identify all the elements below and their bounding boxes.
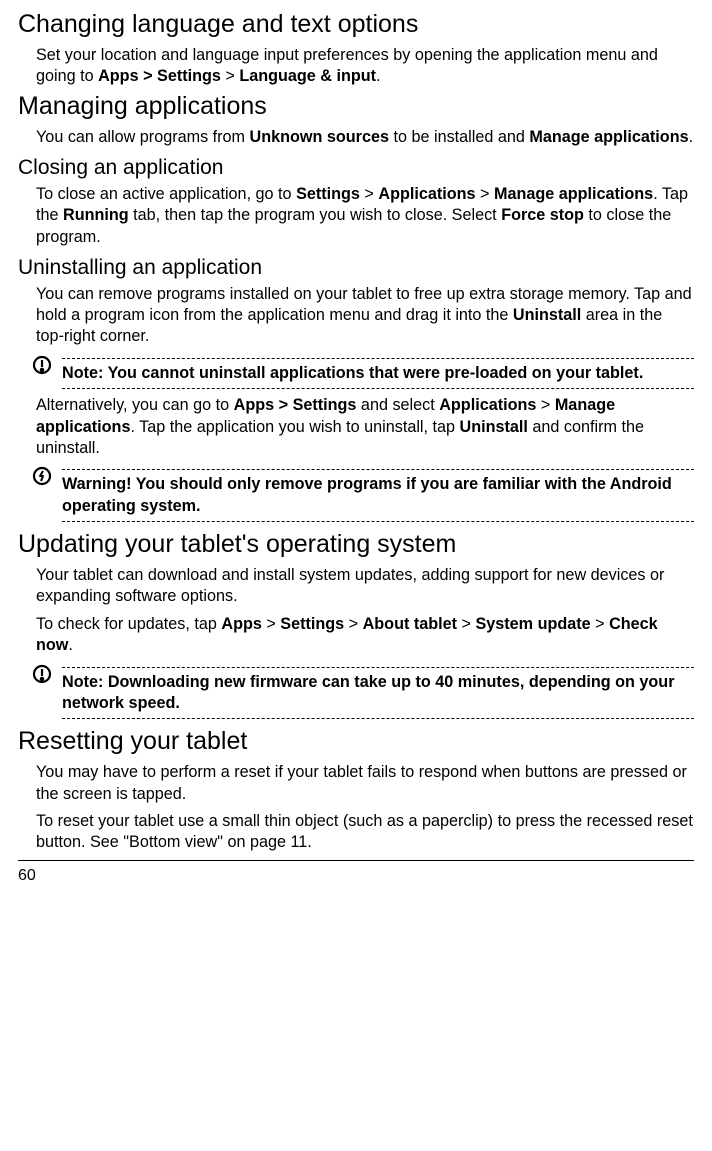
divider-dashed — [62, 469, 694, 470]
lightning-icon — [32, 466, 52, 492]
text: > — [591, 615, 609, 633]
divider-dashed — [62, 358, 694, 359]
text: > — [536, 396, 554, 414]
text: > — [221, 67, 239, 85]
text-bold: Force stop — [501, 206, 584, 224]
text: . — [689, 128, 694, 146]
alert-icon — [32, 355, 52, 381]
text-bold: About tablet — [363, 615, 457, 633]
paragraph: Your tablet can download and install sys… — [36, 565, 694, 608]
paragraph: You can allow programs from Unknown sour… — [36, 127, 694, 148]
text-bold: Running — [63, 206, 129, 224]
text: and select — [356, 396, 439, 414]
note-text: Note: Downloading new firmware can take … — [62, 672, 694, 715]
divider-dashed — [62, 521, 694, 522]
text: > — [344, 615, 362, 633]
heading-uninstalling-application: Uninstalling an application — [18, 254, 694, 282]
heading-managing-applications: Managing applications — [18, 90, 694, 123]
paragraph: To check for updates, tap Apps > Setting… — [36, 614, 694, 657]
text-bold: Uninstall — [460, 418, 528, 436]
paragraph: You may have to perform a reset if your … — [36, 762, 694, 805]
text-bold: Apps > Settings — [98, 67, 221, 85]
divider-dashed — [62, 718, 694, 719]
page-number: 60 — [18, 867, 36, 884]
paragraph: To reset your tablet use a small thin ob… — [36, 811, 694, 854]
document-page: Changing language and text options Set y… — [0, 0, 712, 892]
text: > — [476, 185, 494, 203]
text-bold: Language & input — [239, 67, 376, 85]
text-bold: Applications — [439, 396, 536, 414]
text: To check for updates, tap — [36, 615, 221, 633]
text-bold: Apps > Settings — [234, 396, 357, 414]
heading-closing-application: Closing an application — [18, 154, 694, 182]
text: . — [68, 636, 73, 654]
text-bold: Uninstall — [513, 306, 581, 324]
warning-text: Warning! You should only remove programs… — [62, 474, 694, 517]
text: to be installed and — [389, 128, 529, 146]
text-bold: Manage applications — [494, 185, 653, 203]
text-bold: Settings — [280, 615, 344, 633]
text: > — [457, 615, 475, 633]
text-bold: Applications — [378, 185, 475, 203]
text: You can allow programs from — [36, 128, 250, 146]
text-bold: Settings — [296, 185, 360, 203]
heading-resetting-tablet: Resetting your tablet — [18, 725, 694, 758]
paragraph: You can remove programs installed on you… — [36, 284, 694, 348]
note-callout: Note: Downloading new firmware can take … — [36, 667, 694, 720]
note-text: Note: You cannot uninstall applications … — [62, 363, 694, 384]
text: Alternatively, you can go to — [36, 396, 234, 414]
heading-updating-os: Updating your tablet's operating system — [18, 528, 694, 561]
page-footer: 60 — [18, 860, 694, 886]
warning-callout: Warning! You should only remove programs… — [36, 469, 694, 522]
text: > — [262, 615, 280, 633]
paragraph: Alternatively, you can go to Apps > Sett… — [36, 395, 694, 459]
alert-icon — [32, 664, 52, 690]
text: To close an active application, go to — [36, 185, 296, 203]
note-callout: Note: You cannot uninstall applications … — [36, 358, 694, 389]
heading-changing-language: Changing language and text options — [18, 8, 694, 41]
text: . Tap the application you wish to uninst… — [130, 418, 459, 436]
text-bold: System update — [475, 615, 590, 633]
text: . — [376, 67, 381, 85]
text-bold: Apps — [221, 615, 261, 633]
text: tab, then tap the program you wish to cl… — [129, 206, 502, 224]
text-bold: Manage applications — [529, 128, 688, 146]
text-bold: Unknown sources — [250, 128, 389, 146]
divider-dashed — [62, 388, 694, 389]
paragraph: Set your location and language input pre… — [36, 45, 694, 88]
divider-dashed — [62, 667, 694, 668]
text: > — [360, 185, 378, 203]
paragraph: To close an active application, go to Se… — [36, 184, 694, 248]
